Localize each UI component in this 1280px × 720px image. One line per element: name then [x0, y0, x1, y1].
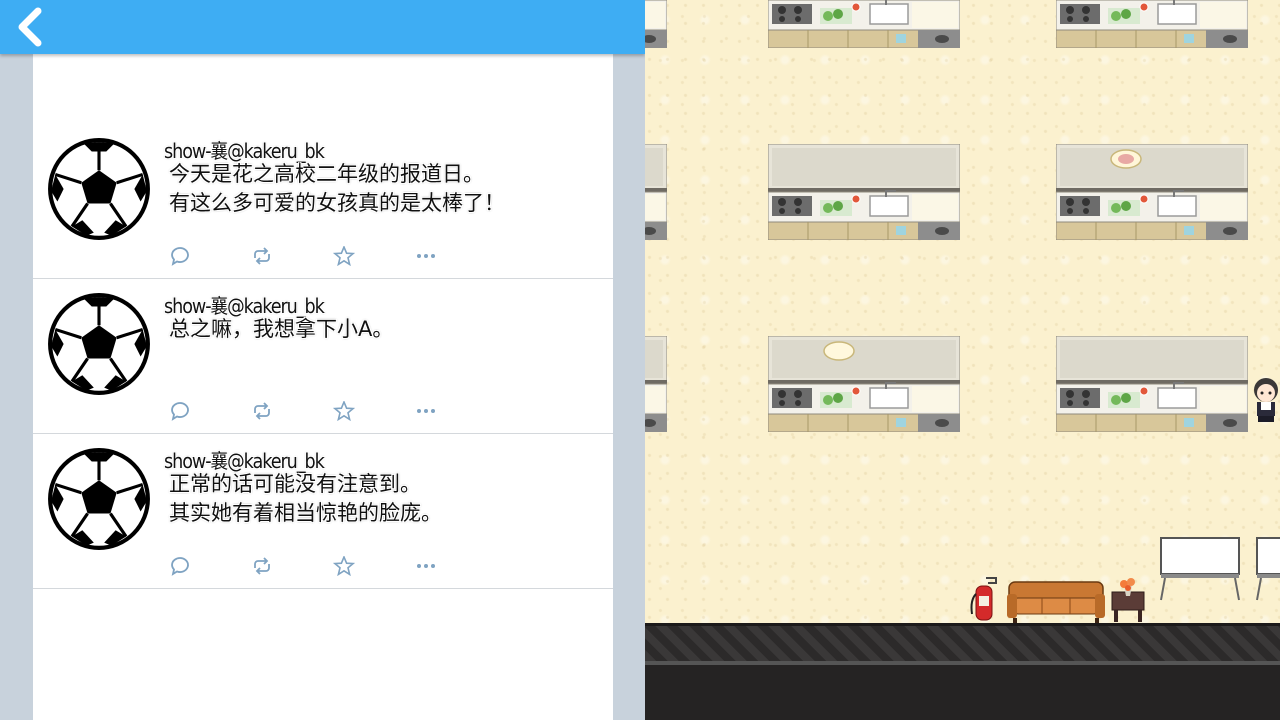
dark-floor — [645, 665, 1280, 720]
player-character[interactable] — [1252, 376, 1280, 426]
soccer-ball-icon[interactable] — [47, 137, 151, 241]
retweet-icon[interactable] — [251, 401, 273, 421]
tweet-item: show-襄@kakeru_bk 总之嘛，我想拿下小A。 — [33, 279, 613, 434]
whiteboard — [1256, 537, 1280, 601]
favorite-star-icon[interactable] — [333, 246, 355, 266]
reply-icon[interactable] — [169, 556, 191, 576]
reply-icon[interactable] — [169, 246, 191, 266]
soccer-ball-icon[interactable] — [47, 447, 151, 551]
kitchen-counter — [645, 144, 667, 240]
chevron-left-icon — [18, 7, 42, 47]
game-map[interactable] — [645, 0, 1280, 720]
favorite-star-icon[interactable] — [333, 401, 355, 421]
phone-screen: show-襄@kakeru_bk 今天是花之高校二年级的报道日。 有这么多可爱的… — [0, 0, 645, 720]
tweet-item: show-襄@kakeru_bk 正常的话可能没有注意到。 其实她有着相当惊艳的… — [33, 434, 613, 589]
back-button[interactable] — [8, 6, 52, 48]
kitchen-counter — [768, 0, 960, 48]
more-dots-icon[interactable] — [415, 401, 437, 421]
kitchen-counter — [645, 0, 667, 48]
fire-extinguisher — [970, 577, 997, 621]
more-dots-icon[interactable] — [415, 556, 437, 576]
tweet-text: 今天是花之高校二年级的报道日。 有这么多可爱的女孩真的是太棒了！ — [169, 162, 505, 215]
tweet-text: 正常的话可能没有注意到。 其实她有着相当惊艳的脸庞。 — [169, 472, 442, 525]
tweet-feed: show-襄@kakeru_bk 今天是花之高校二年级的报道日。 有这么多可爱的… — [33, 54, 613, 720]
side-table-with-flowers — [1111, 578, 1145, 622]
kitchen-counter — [1056, 336, 1248, 432]
retweet-icon[interactable] — [251, 556, 273, 576]
kitchen-counter — [645, 336, 667, 432]
tweet-actions — [169, 556, 459, 576]
wall-strip — [645, 623, 1280, 665]
tweet-text: 总之嘛，我想拿下小A。 — [169, 317, 394, 341]
kitchen-counter — [1056, 0, 1248, 48]
tweet-item: show-襄@kakeru_bk 今天是花之高校二年级的报道日。 有这么多可爱的… — [33, 124, 613, 279]
tweet-actions — [169, 401, 459, 421]
kitchen-counter — [768, 336, 960, 432]
app-header — [0, 0, 645, 54]
kitchen-counter — [1056, 144, 1248, 240]
favorite-star-icon[interactable] — [333, 556, 355, 576]
more-dots-icon[interactable] — [415, 246, 437, 266]
sofa — [1007, 581, 1105, 623]
tweet-actions — [169, 246, 459, 266]
whiteboard — [1160, 537, 1240, 601]
soccer-ball-icon[interactable] — [47, 292, 151, 396]
reply-icon[interactable] — [169, 401, 191, 421]
kitchen-counter — [768, 144, 960, 240]
retweet-icon[interactable] — [251, 246, 273, 266]
